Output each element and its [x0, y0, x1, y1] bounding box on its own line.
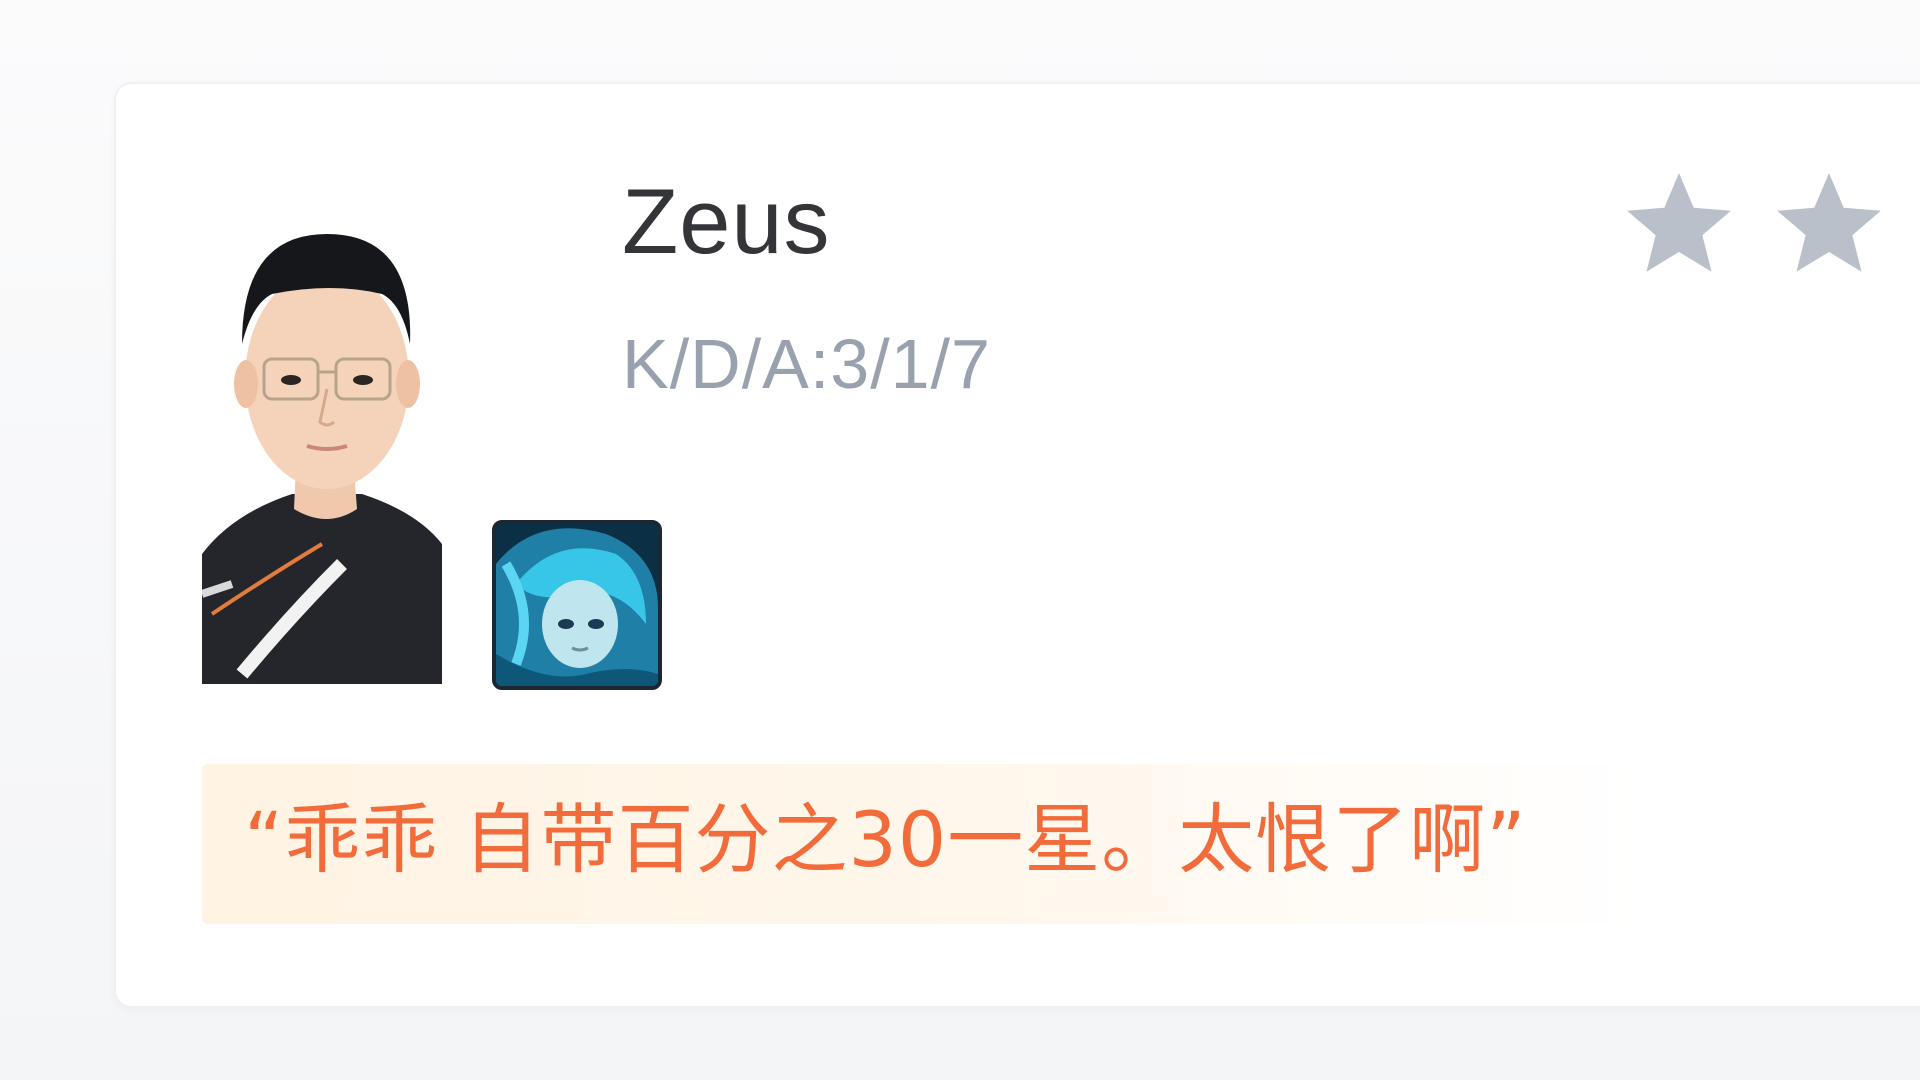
- page: Zeus K/D/A:3/1/7 “乖乖 自带百分之30一星。太恨了啊”: [0, 0, 1920, 1080]
- player-name: Zeus: [622, 171, 831, 273]
- comment-quote: “乖乖 自带百分之30一星。太恨了啊”: [202, 764, 1642, 924]
- star-icon[interactable]: [1618, 164, 1740, 286]
- star-icon[interactable]: [1768, 164, 1890, 286]
- player-card: Zeus K/D/A:3/1/7 “乖乖 自带百分之30一星。太恨了啊”: [114, 82, 1920, 1008]
- player-avatar-icon: [202, 234, 442, 684]
- kda-stat: K/D/A:3/1/7: [622, 325, 991, 403]
- avatar-group: [202, 194, 662, 694]
- champion-icon[interactable]: [492, 520, 662, 690]
- star-rating[interactable]: [1618, 164, 1890, 286]
- champion-portrait-icon: [496, 524, 658, 686]
- quote-text: “乖乖 自带百分之30一星。太恨了啊”: [244, 795, 1527, 884]
- player-avatar[interactable]: [202, 194, 442, 684]
